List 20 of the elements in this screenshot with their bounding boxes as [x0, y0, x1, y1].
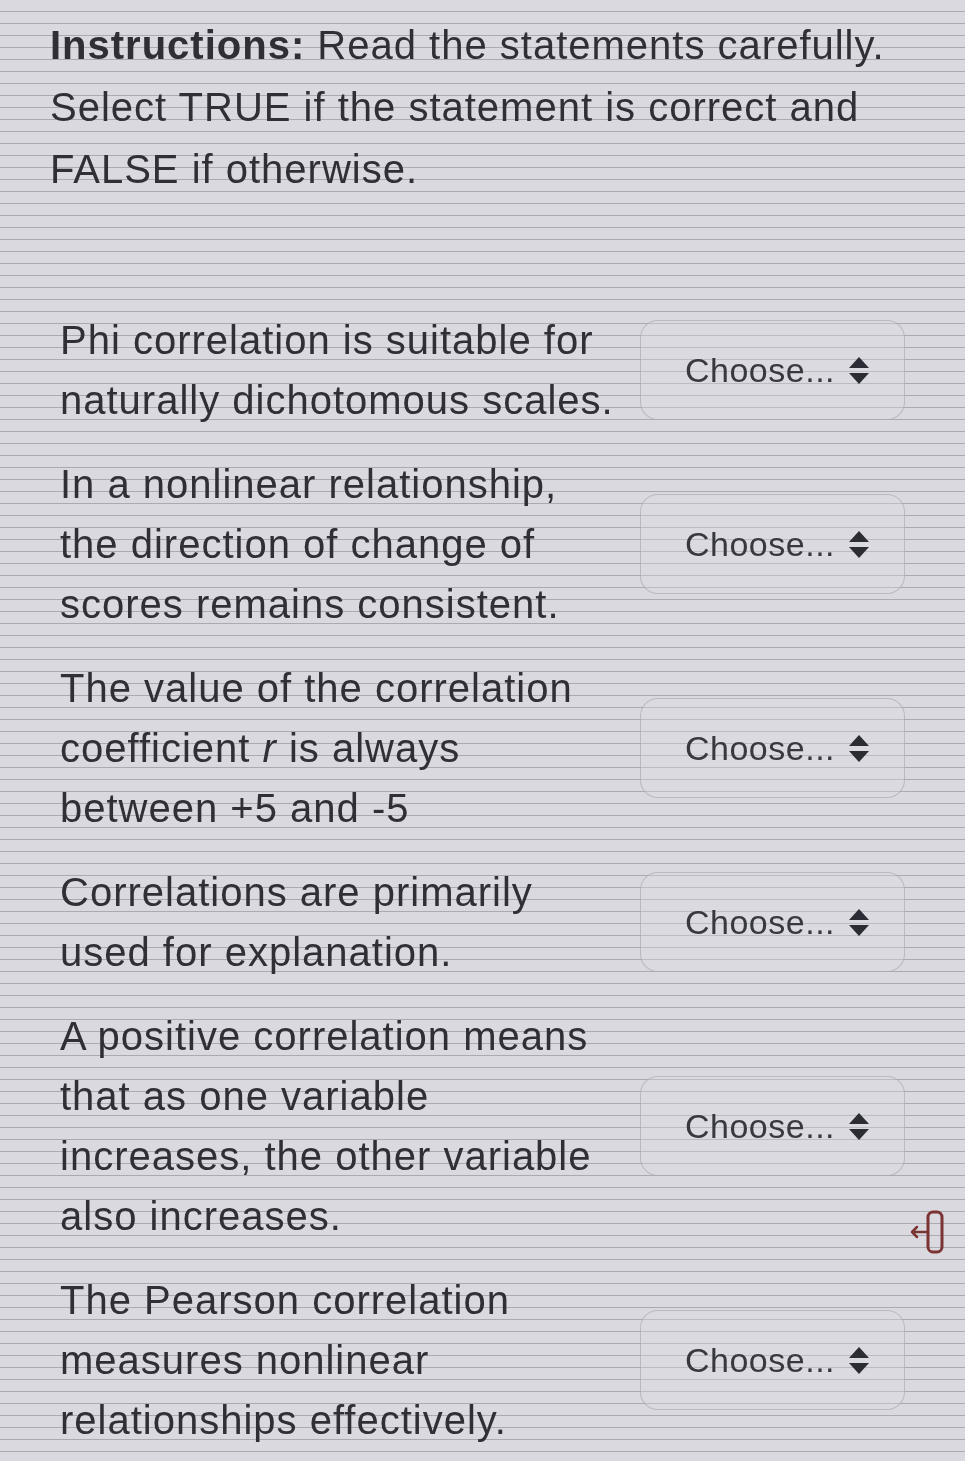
up-down-arrows-icon: [849, 530, 870, 558]
instructions-text: Instructions: Read the statements carefully. Select TRUE if the statement is correct and FALSE if otherwise.: [50, 22, 885, 193]
statement-text: Correlations are primarily used for explanation.: [60, 869, 533, 976]
answer-dropdown[interactable]: Choose...: [640, 494, 905, 594]
answer-dropdown[interactable]: Choose...: [640, 698, 905, 798]
statement-text: Phi correlation is suitable for naturally dichotomous scales.: [60, 317, 614, 424]
statement-text: The Pearson correlation measures nonlinear relationships effectively.: [60, 1277, 510, 1444]
answer-dropdown[interactable]: Choose...: [640, 1310, 905, 1410]
statement-text: In a nonlinear relationship, the direction of change of scores remains consistent.: [60, 461, 560, 628]
up-down-arrows-icon: [849, 734, 870, 762]
arrow-rectangle-icon[interactable]: [909, 1210, 945, 1254]
statement-text: A positive correlation means that as one variable increases, the other variable also increases.: [60, 1013, 592, 1240]
answer-dropdown[interactable]: Choose...: [640, 872, 905, 972]
up-down-arrows-icon: [849, 1112, 870, 1140]
up-down-arrows-icon: [849, 908, 870, 936]
statement-text: The value of the correlation coefficient r is always between +5 and -5: [60, 665, 573, 832]
up-down-arrows-icon: [849, 1346, 870, 1374]
answer-dropdown[interactable]: Choose...: [640, 320, 905, 420]
answer-dropdown[interactable]: Choose...: [640, 1076, 905, 1176]
up-down-arrows-icon: [849, 356, 870, 384]
